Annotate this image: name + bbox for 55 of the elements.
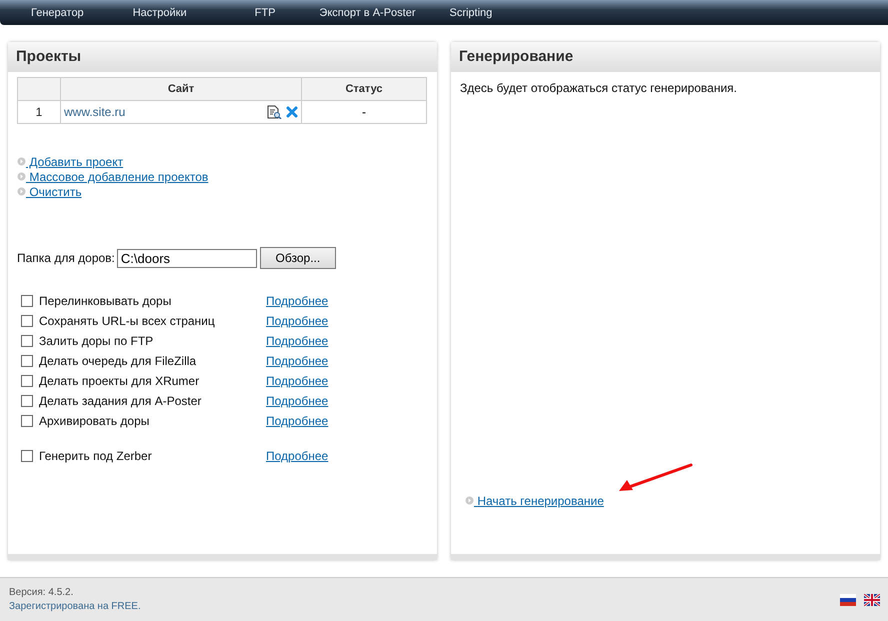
option-label: Архивировать доры bbox=[39, 414, 150, 428]
action-link[interactable]: Добавить проект bbox=[26, 154, 124, 168]
table-header: Статус bbox=[302, 78, 426, 100]
more-link[interactable]: Подробнее bbox=[266, 374, 328, 388]
nav-item[interactable]: Настройки bbox=[132, 6, 187, 18]
table-header: Сайт bbox=[60, 78, 302, 100]
bullet-icon bbox=[17, 172, 26, 181]
checkbox[interactable] bbox=[21, 355, 33, 367]
bullet-icon bbox=[465, 496, 474, 505]
option-label: Делать проекты для XRumer bbox=[39, 374, 200, 388]
registration-text: Зарегистрирована на FREE. bbox=[9, 600, 141, 614]
more-link[interactable]: Подробнее bbox=[266, 394, 328, 408]
table-cell: - bbox=[302, 100, 426, 124]
browse-button[interactable]: Обзор... bbox=[260, 247, 336, 269]
british-flag-icon[interactable] bbox=[864, 594, 880, 606]
more-link[interactable]: Подробнее bbox=[266, 334, 328, 348]
option-label: Перелинковывать доры bbox=[39, 294, 172, 308]
status-text: Здесь будет отображаться статус генерирования. bbox=[460, 81, 738, 95]
bullet-icon bbox=[17, 157, 26, 166]
option-label: Залить доры по FTP bbox=[39, 334, 154, 348]
checkbox[interactable] bbox=[21, 415, 33, 427]
option-label: Делать задания для A-Poster bbox=[39, 394, 202, 408]
checkbox[interactable] bbox=[21, 295, 33, 307]
bullet-icon bbox=[17, 187, 26, 196]
checkbox[interactable] bbox=[21, 450, 33, 462]
option-label: Сохранять URL-ы всех страниц bbox=[39, 314, 216, 328]
option-label: Генерить под Zerber bbox=[39, 449, 153, 463]
delete-icon[interactable] bbox=[286, 106, 298, 118]
field-label: Папка для доров: bbox=[17, 251, 115, 265]
nav-item[interactable]: Экспорт в A-Poster bbox=[319, 6, 416, 18]
panel-title: Генерирование bbox=[451, 42, 880, 72]
more-link[interactable]: Подробнее bbox=[266, 314, 328, 328]
checkbox[interactable] bbox=[21, 395, 33, 407]
option-label: Делать очередь для FileZilla bbox=[39, 354, 198, 368]
version-text: Версия: 4.5.2. bbox=[9, 586, 74, 600]
table-header bbox=[18, 78, 60, 100]
document-search-icon[interactable] bbox=[267, 105, 282, 119]
nav-item[interactable]: Генератор bbox=[31, 6, 84, 18]
more-link[interactable]: Подробнее bbox=[266, 414, 328, 428]
russian-flag-icon[interactable] bbox=[840, 594, 856, 606]
checkbox[interactable] bbox=[21, 335, 33, 347]
more-link[interactable]: Подробнее bbox=[266, 449, 328, 463]
action-link[interactable]: Очистить bbox=[26, 184, 82, 198]
table-cell: 1 bbox=[18, 100, 60, 124]
more-link[interactable]: Подробнее bbox=[266, 354, 328, 368]
panel-title: Проекты bbox=[8, 42, 437, 72]
more-link[interactable]: Подробнее bbox=[266, 294, 328, 308]
nav-item[interactable]: Scripting bbox=[449, 6, 492, 18]
checkbox[interactable] bbox=[21, 315, 33, 327]
checkbox[interactable] bbox=[21, 375, 33, 387]
folder-input-field[interactable]: C:\doors bbox=[116, 248, 257, 268]
nav-item[interactable]: FTP bbox=[254, 6, 276, 18]
site-name: www.site.ru bbox=[64, 105, 126, 119]
start-link[interactable]: Начать генерирование bbox=[474, 494, 604, 508]
action-link[interactable]: Массовое добавление проектов bbox=[26, 170, 208, 184]
